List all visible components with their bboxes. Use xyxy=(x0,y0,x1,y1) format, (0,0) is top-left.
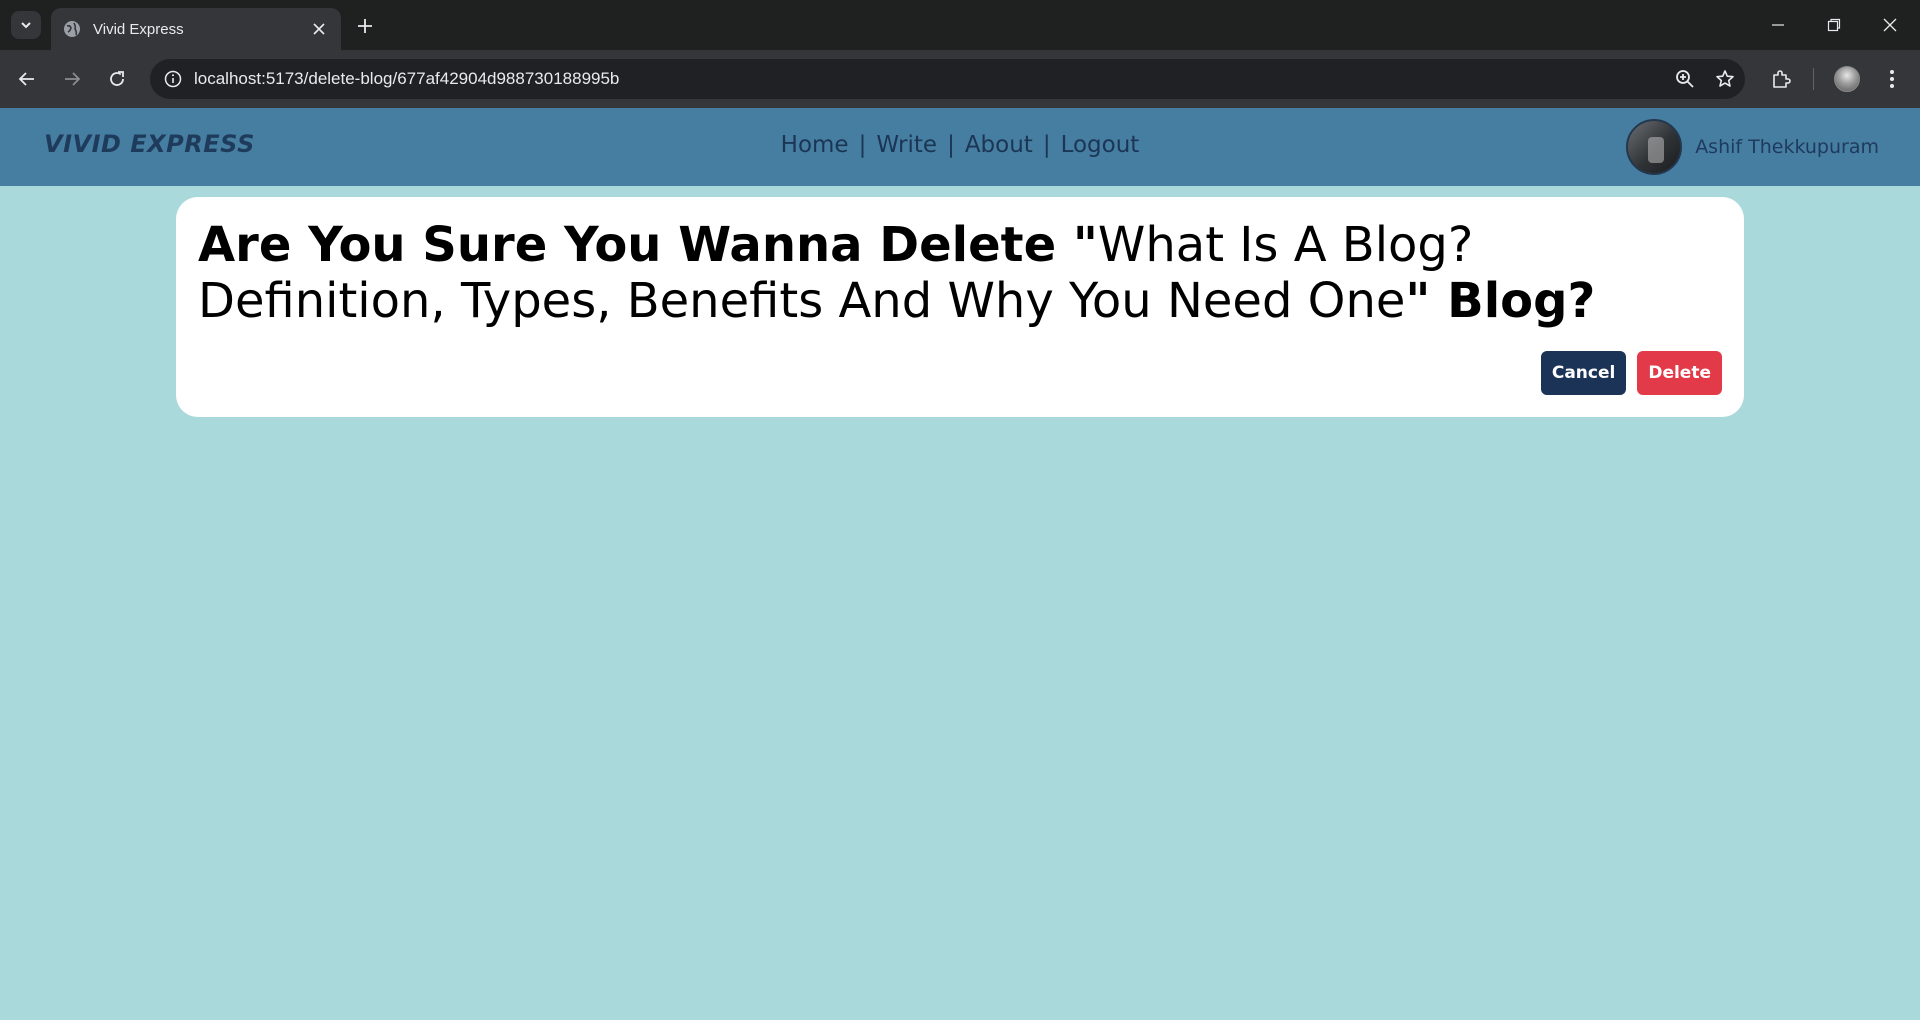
tab-title: Vivid Express xyxy=(93,20,184,38)
nav-home-link[interactable]: Home xyxy=(781,132,849,158)
user-name[interactable]: Ashif Thekkupuram xyxy=(1695,136,1879,158)
close-window-icon[interactable] xyxy=(1862,0,1918,50)
nav-logout-link[interactable]: Logout xyxy=(1061,132,1140,158)
close-icon[interactable] xyxy=(309,19,329,39)
plus-icon[interactable] xyxy=(351,12,379,40)
avatar[interactable] xyxy=(1626,119,1683,175)
browser-tab[interactable]: Vivid Express xyxy=(51,8,341,50)
profile-icon[interactable] xyxy=(1829,62,1865,96)
delete-question: Are You Sure You Wanna Delete "What Is A… xyxy=(198,217,1722,329)
tab-search-icon[interactable] xyxy=(11,11,41,39)
question-prefix: Are You Sure You Wanna Delete " xyxy=(198,217,1098,273)
star-icon[interactable] xyxy=(1705,61,1745,97)
restore-icon[interactable] xyxy=(1806,0,1862,50)
cancel-button[interactable]: Cancel xyxy=(1540,351,1627,395)
nav-separator: | xyxy=(1042,132,1051,158)
forward-icon[interactable] xyxy=(55,64,89,94)
nav-about-link[interactable]: About xyxy=(965,132,1033,158)
back-icon[interactable] xyxy=(10,64,44,94)
delete-confirmation-card: Are You Sure You Wanna Delete "What Is A… xyxy=(176,197,1744,417)
toolbar-divider xyxy=(1813,68,1814,90)
minimize-icon[interactable] xyxy=(1750,0,1806,50)
question-suffix: " Blog? xyxy=(1405,273,1596,329)
zoom-icon[interactable] xyxy=(1665,61,1705,97)
reload-icon[interactable] xyxy=(100,64,134,94)
info-icon[interactable] xyxy=(158,64,188,94)
browser-tab-strip: Vivid Express xyxy=(0,0,1920,50)
address-bar[interactable]: localhost:5173/delete-blog/677af42904d98… xyxy=(150,59,1745,99)
app-navbar: VIVID EXPRESS Home | Write | About | Logout As… xyxy=(0,108,1920,186)
nav-separator: | xyxy=(947,132,955,158)
more-icon[interactable] xyxy=(1874,62,1910,96)
nav-write-link[interactable]: Write xyxy=(876,132,937,158)
user-profile[interactable]: Ashif Thekkupuram xyxy=(1626,119,1879,175)
extensions-icon[interactable] xyxy=(1763,62,1799,96)
delete-button[interactable]: Delete xyxy=(1637,351,1722,395)
dialog-actions: Cancel Delete xyxy=(1530,351,1722,395)
nav-separator: | xyxy=(858,132,867,158)
globe-icon xyxy=(63,20,81,38)
url-text[interactable]: localhost:5173/delete-blog/677af42904d98… xyxy=(194,69,1665,89)
